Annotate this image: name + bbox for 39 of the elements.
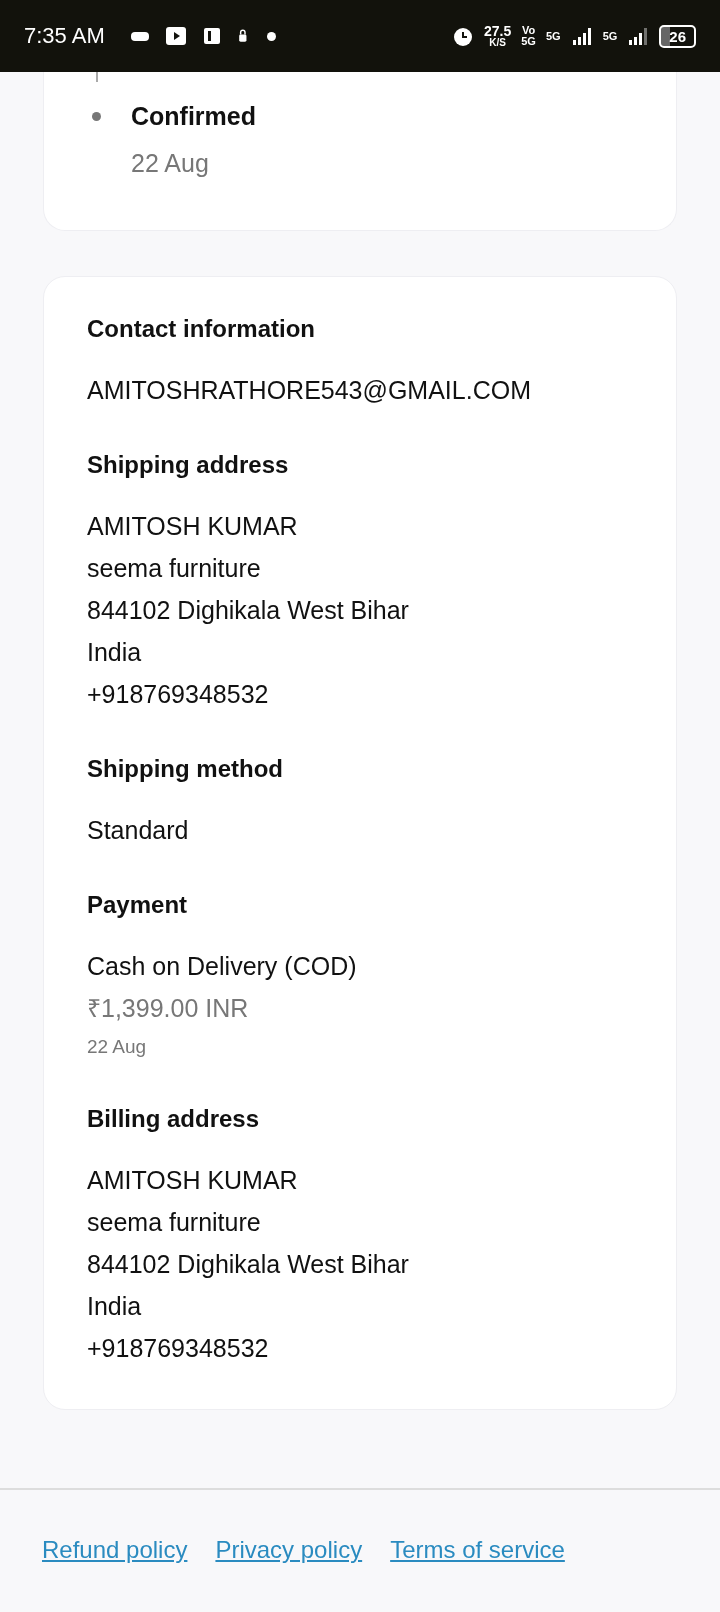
section-title: Shipping address	[87, 451, 290, 479]
detail-text: Cash on Delivery (COD)	[87, 951, 358, 982]
detail-text: +918769348532	[87, 679, 270, 710]
price-text: ₹1,399.00 INR	[87, 993, 250, 1024]
signal-icon	[570, 25, 593, 47]
policy-link[interactable]: Terms of service	[390, 1536, 565, 1564]
clock-time: 7:35 AM	[24, 23, 105, 49]
signal-icon	[627, 25, 650, 47]
policy-link[interactable]: Privacy policy	[215, 1536, 363, 1564]
status-label: Confirmed	[131, 102, 256, 131]
detail-text: 844102 Dighikala West Bihar	[87, 595, 410, 626]
play-icon	[164, 25, 187, 47]
network-speed: 27.5	[484, 24, 512, 38]
detail-text: +918769348532	[87, 1333, 270, 1364]
network-type: 5G	[545, 30, 561, 42]
date-text: 22 Aug	[87, 1035, 148, 1059]
detail-text: AMITOSHRATHORE543@GMAIL.COM	[87, 375, 532, 406]
policy-link[interactable]: Refund policy	[42, 1536, 188, 1564]
detail-text: seema furniture	[87, 1207, 262, 1238]
detail-text: AMITOSH KUMAR	[87, 1165, 299, 1196]
detail-text: seema furniture	[87, 553, 262, 584]
network-type: 5G	[602, 30, 618, 42]
detail-text: Standard	[87, 815, 190, 846]
detail-text: India	[87, 637, 143, 668]
volte-label: Vo	[521, 25, 536, 36]
detail-text: 844102 Dighikala West Bihar	[87, 1249, 410, 1280]
speed-unit: K/S	[489, 38, 506, 48]
timeline-dot	[92, 112, 101, 121]
detail-text: AMITOSH KUMAR	[87, 511, 299, 542]
dot-icon	[266, 31, 276, 41]
section-title: Payment	[87, 891, 189, 919]
volte-network: 5G	[521, 36, 536, 47]
status-date: 22 Aug	[131, 149, 210, 178]
alarm-icon	[452, 25, 474, 47]
section-title: Billing address	[87, 1105, 261, 1133]
section-title: Contact information	[87, 315, 316, 343]
detail-text: India	[87, 1291, 143, 1322]
battery-level: 26	[659, 24, 696, 48]
section-title: Shipping method	[87, 755, 284, 783]
